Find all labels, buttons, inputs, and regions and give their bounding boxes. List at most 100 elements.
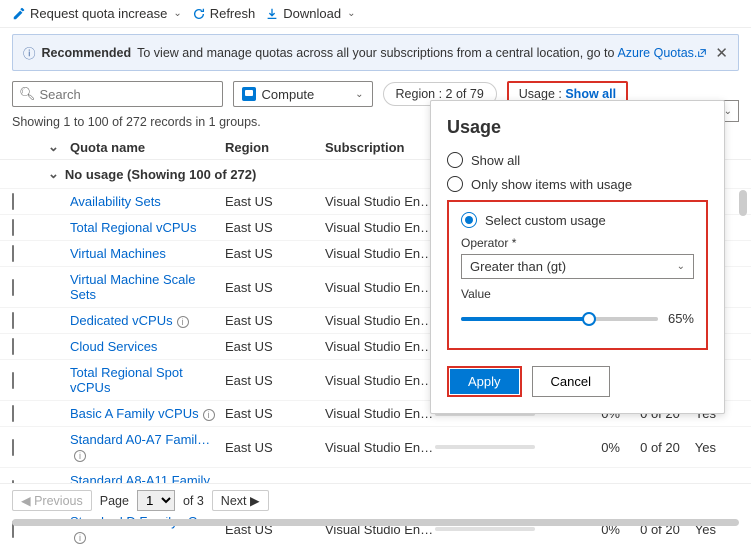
apply-button[interactable]: Apply <box>450 369 519 394</box>
operator-select[interactable]: Greater than (gt) ⌄ <box>461 254 694 279</box>
request-quota-increase-button[interactable]: Request quota increase ⌄ <box>12 6 182 21</box>
popover-actions: Apply Cancel <box>447 366 708 397</box>
download-button[interactable]: Download ⌄ <box>265 6 355 21</box>
row-checkbox[interactable] <box>12 279 14 296</box>
radio-only-usage[interactable]: Only show items with usage <box>447 176 708 192</box>
slider-track <box>461 317 658 321</box>
external-link-icon <box>697 48 707 58</box>
usage-filter-popover: Usage Show all Only show items with usag… <box>430 100 725 414</box>
row-checkbox[interactable] <box>12 439 14 456</box>
quota-name-link[interactable]: Dedicated vCPUsi <box>70 313 225 328</box>
table-row[interactable]: Standard A0-A7 Famil…iEast USVisual Stud… <box>0 426 751 467</box>
subscription-cell: Visual Studio En… <box>325 406 435 421</box>
radio-custom-usage[interactable]: Select custom usage <box>461 212 694 228</box>
search-icon: 🔍︎ <box>19 86 36 102</box>
col-quota-name[interactable]: Quota name <box>70 140 225 155</box>
pagination: ◀ Previous Page 1 of 3 Next ▶ <box>0 483 751 517</box>
refresh-icon <box>192 7 206 21</box>
adjustable-cell: Yes <box>680 440 716 455</box>
previous-button[interactable]: ◀ Previous <box>12 490 92 511</box>
page-label: Page <box>100 494 129 508</box>
col-subscription[interactable]: Subscription <box>325 140 435 155</box>
label: Download <box>283 6 341 21</box>
usage-prefix: Usage : <box>519 87 566 101</box>
azure-quotas-link[interactable]: Azure Quotas. <box>617 46 697 60</box>
banner-title: Recommended <box>42 46 132 60</box>
radio-show-all[interactable]: Show all <box>447 152 708 168</box>
pencil-icon <box>12 7 26 21</box>
recommendation-banner: ⓘ Recommended To view and manage quotas … <box>12 34 739 71</box>
info-icon[interactable]: i <box>74 450 86 462</box>
label: Refresh <box>210 6 256 21</box>
region-cell: East US <box>225 220 325 235</box>
subscription-cell: Visual Studio En… <box>325 339 435 354</box>
quota-name-link[interactable]: Total Regional vCPUs <box>70 220 225 235</box>
of-label: of 3 <box>183 494 204 508</box>
label: Request quota increase <box>30 6 167 21</box>
slider-fill <box>461 317 589 321</box>
quota-name-link[interactable]: Total Regional Spot vCPUs <box>70 365 225 395</box>
provider-label: Compute <box>262 87 315 102</box>
quota-name-link[interactable]: Virtual Machine Scale Sets <box>70 272 225 302</box>
value-slider[interactable]: 65% <box>461 311 694 326</box>
search-input-wrap[interactable]: 🔍︎ <box>12 81 223 107</box>
subscription-cell: Visual Studio En… <box>325 440 435 455</box>
info-icon[interactable]: i <box>203 409 215 421</box>
row-checkbox[interactable] <box>12 405 14 422</box>
col-region[interactable]: Region <box>225 140 325 155</box>
chevron-down-icon: ⌄ <box>48 166 59 182</box>
radio-icon <box>447 152 463 168</box>
region-cell: East US <box>225 194 325 209</box>
quota-name-link[interactable]: Cloud Services <box>70 339 225 354</box>
row-checkbox[interactable] <box>12 219 14 236</box>
chevron-down-icon: ⌄ <box>347 8 355 19</box>
refresh-button[interactable]: Refresh <box>192 6 256 21</box>
region-cell: East US <box>225 406 325 421</box>
slider-thumb[interactable] <box>582 312 596 326</box>
search-input[interactable] <box>40 87 216 102</box>
region-cell: East US <box>225 313 325 328</box>
row-checkbox[interactable] <box>12 372 14 389</box>
collapse-all-toggle[interactable]: ⌄ <box>48 139 70 155</box>
subscription-cell: Visual Studio En… <box>325 313 435 328</box>
usage-bar-cell <box>435 527 585 531</box>
subscription-cell: Visual Studio En… <box>325 280 435 295</box>
value-label: Value <box>461 287 694 301</box>
command-bar: Request quota increase ⌄ Refresh Downloa… <box>0 0 751 28</box>
region-cell: East US <box>225 339 325 354</box>
info-icon[interactable]: i <box>177 316 189 328</box>
operator-value: Greater than (gt) <box>470 259 566 274</box>
row-checkbox[interactable] <box>12 193 14 210</box>
page-select[interactable]: 1 <box>137 490 175 511</box>
next-button[interactable]: Next ▶ <box>212 490 269 511</box>
operator-label: Operator * <box>461 236 694 250</box>
quota-name-link[interactable]: Basic A Family vCPUsi <box>70 406 225 421</box>
quota-name-link[interactable]: Virtual Machines <box>70 246 225 261</box>
apply-highlight: Apply <box>447 366 522 397</box>
usage-value: Show all <box>565 87 616 101</box>
quota-name-link[interactable]: Standard A0-A7 Famil…i <box>70 432 225 462</box>
region-cell: East US <box>225 280 325 295</box>
row-checkbox[interactable] <box>12 312 14 329</box>
row-checkbox[interactable] <box>12 245 14 262</box>
quota-name-link[interactable]: Availability Sets <box>70 194 225 209</box>
compute-icon <box>242 87 256 101</box>
region-cell: East US <box>225 246 325 261</box>
row-checkbox[interactable] <box>12 338 14 355</box>
label: Select custom usage <box>485 213 606 228</box>
label: Only show items with usage <box>471 177 632 192</box>
banner-text: To view and manage quotas across all you… <box>137 46 614 60</box>
value-text: 65% <box>668 311 694 326</box>
radio-icon-selected <box>461 212 477 228</box>
cancel-button[interactable]: Cancel <box>532 366 610 397</box>
group-label: No usage (Showing 100 of 272) <box>65 167 256 182</box>
close-banner-button[interactable]: ✕ <box>715 44 728 62</box>
provider-select[interactable]: Compute ⌄ <box>233 81 373 107</box>
scrollbar-vertical[interactable] <box>739 190 747 216</box>
region-cell: East US <box>225 373 325 388</box>
subscription-cell: Visual Studio En… <box>325 194 435 209</box>
download-icon <box>265 7 279 21</box>
chevron-down-icon: ⌄ <box>355 89 363 100</box>
scrollbar-horizontal[interactable] <box>12 519 739 526</box>
info-icon[interactable]: i <box>74 532 86 544</box>
